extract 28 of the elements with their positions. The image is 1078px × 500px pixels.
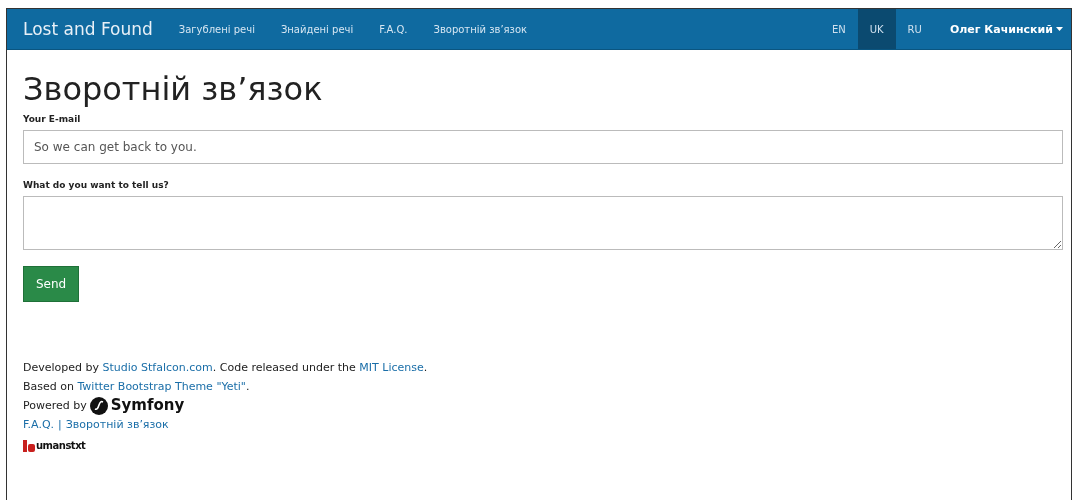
language-tab[interactable]: EN — [819, 9, 858, 49]
user-menu[interactable]: Олег Качинский — [933, 22, 1071, 36]
footer-link[interactable]: MIT License — [359, 361, 424, 374]
footer-link[interactable]: F.A.Q. — [23, 415, 55, 434]
nav-link[interactable]: F.A.Q. — [379, 23, 408, 35]
send-button[interactable]: Send — [23, 266, 80, 302]
caret-icon — [1056, 27, 1063, 31]
humans-logo-text: umanstxt — [36, 439, 86, 453]
field-label: Your E-mail — [23, 114, 82, 124]
humans-logo-icon — [23, 439, 35, 452]
field-label: What do you want to tell us? — [23, 180, 170, 190]
brand-link[interactable]: Lost and Found — [23, 19, 153, 39]
page-title: Зворотній зв’язок — [23, 70, 324, 108]
symfony-logo-icon — [89, 396, 108, 415]
powered-by-text: Powered by — [23, 398, 87, 414]
nav-link[interactable]: Загублені речі — [178, 23, 255, 35]
footer-link[interactable]: Зворотній зв’язок — [65, 415, 169, 434]
nav-link[interactable]: Знайдені речі — [280, 23, 354, 35]
footer-text: Developed by Studio Stfalcon.com. Code released under the MIT License. — [23, 360, 429, 376]
symfony-logo-text: Symfony — [110, 396, 185, 415]
language-tab[interactable]: UK — [857, 9, 896, 49]
language-tab[interactable]: RU — [895, 9, 934, 49]
separator: | — [58, 417, 62, 433]
nav-link[interactable]: Зворотній зв’язок — [433, 23, 528, 35]
email-field[interactable]: So we can get back to you. — [23, 130, 1063, 164]
footer-text: Based on Twitter Bootstrap Theme "Yeti". — [23, 379, 251, 395]
footer-link[interactable]: Twitter Bootstrap Theme "Yeti" — [77, 380, 246, 393]
footer-link[interactable]: Studio Stfalcon.com — [102, 361, 213, 374]
